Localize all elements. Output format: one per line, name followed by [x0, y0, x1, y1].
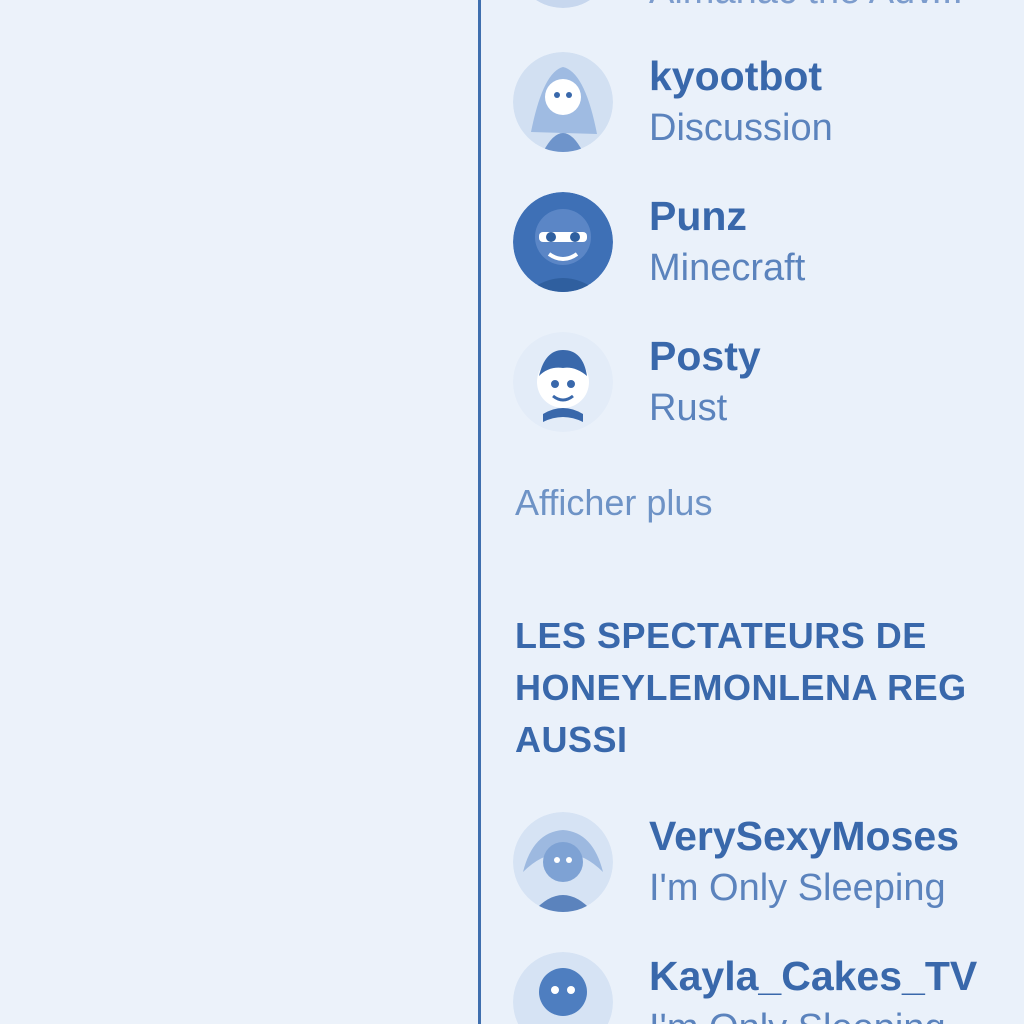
recommended-channels-sidebar: Almanac the Adv... kyootbot Discussion — [481, 0, 1024, 1024]
streamer-avatar-icon — [513, 952, 613, 1024]
page: Almanac the Adv... kyootbot Discussion — [0, 0, 1024, 1024]
avatar — [513, 812, 613, 912]
channel-item-verysexymoses[interactable]: VerySexyMoses I'm Only Sleeping — [513, 812, 1024, 922]
channel-item-kayla-cakes-tv[interactable]: Kayla_Cakes_TV I'm Only Sleeping — [513, 952, 1024, 1024]
channel-game-cutoff: Almanac the Adv... — [649, 0, 963, 13]
channel-name: kyootbot — [649, 53, 823, 99]
streamer-avatar-icon — [513, 812, 613, 912]
channel-game: Discussion — [649, 107, 833, 149]
streamer-avatar-icon — [513, 332, 613, 432]
section-title-line: AUSSI — [515, 719, 628, 760]
streamer-avatar-icon — [513, 192, 613, 292]
channel-item-posty[interactable]: Posty Rust — [513, 332, 1024, 442]
channel-game: I'm Only Sleeping — [649, 867, 946, 909]
main-content-area — [0, 0, 478, 1024]
channel-item-kyootbot[interactable]: kyootbot Discussion — [513, 52, 1024, 162]
channel-name: VerySexyMoses — [649, 813, 960, 859]
avatar — [513, 52, 613, 152]
channel-game: Rust — [649, 387, 728, 429]
channel-game: Minecraft — [649, 247, 806, 289]
avatar — [513, 192, 613, 292]
channel-name: Posty — [649, 333, 761, 379]
channel-item-punz[interactable]: Punz Minecraft — [513, 192, 1024, 302]
channel-name: Punz — [649, 193, 747, 239]
section-title-line: HONEYLEMONLENA REG — [515, 667, 967, 708]
section-title: LES SPECTATEURS DE HONEYLEMONLENA REG AU… — [515, 610, 1024, 766]
streamer-avatar-icon — [513, 52, 613, 152]
show-more-link[interactable]: Afficher plus — [515, 482, 712, 524]
avatar[interactable] — [513, 0, 613, 8]
section-title-line: LES SPECTATEURS DE — [515, 615, 927, 656]
streamer-avatar-icon — [535, 0, 591, 8]
avatar — [513, 332, 613, 432]
channel-name: Kayla_Cakes_TV — [649, 953, 978, 999]
channel-game: I'm Only Sleeping — [649, 1000, 977, 1024]
avatar — [513, 952, 613, 1024]
